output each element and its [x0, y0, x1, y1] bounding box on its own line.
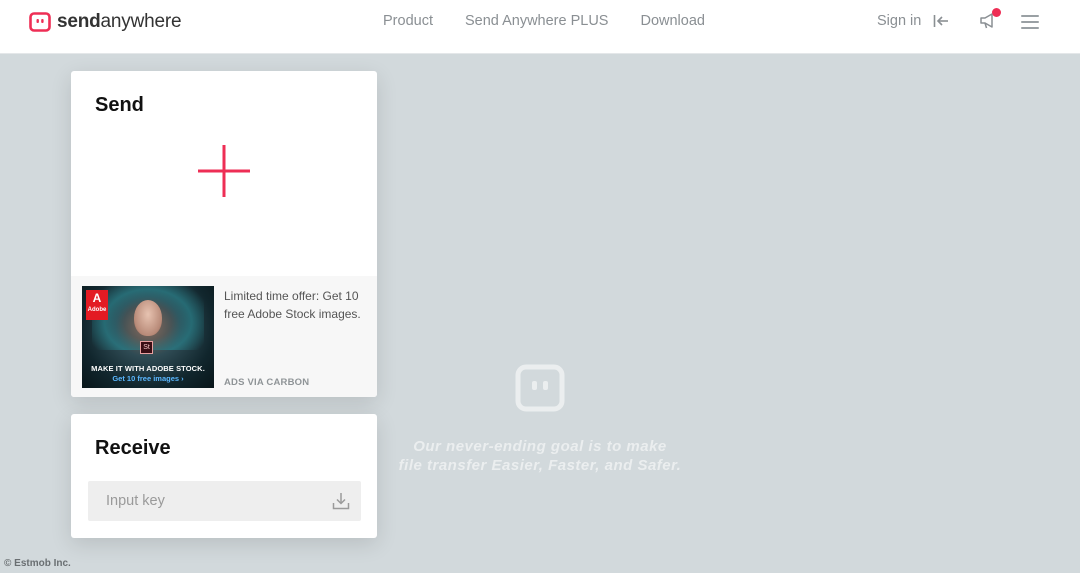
- tagline: Our never-ending goal is to make file tr…: [360, 437, 720, 475]
- plus-icon: [198, 145, 250, 197]
- input-key-field-wrapper: [88, 481, 361, 521]
- adobe-logo: A Adobe: [86, 290, 108, 320]
- ads-via-carbon-link[interactable]: ADS VIA CARBON: [224, 377, 309, 388]
- hamburger-menu-button[interactable]: [1021, 15, 1039, 29]
- menu-line-icon: [1021, 21, 1039, 23]
- sign-in-arrow-icon: [934, 15, 949, 27]
- send-card: Send A Adobe St MAKE IT WITH ADOBE STOCK.…: [71, 71, 377, 397]
- ad-image-cta: Get 10 free images ›: [112, 374, 184, 383]
- logo-wordmark: sendanywhere: [57, 11, 182, 32]
- notification-button[interactable]: [979, 8, 1001, 32]
- copyright-text: © Estmob Inc.: [4, 558, 71, 569]
- ad-face-graphic: [134, 300, 162, 336]
- send-title: Send: [95, 94, 144, 116]
- menu-line-icon: [1021, 15, 1039, 17]
- adobe-stock-badge: St: [140, 341, 153, 354]
- tagline-line1: Our never-ending goal is to make: [413, 438, 667, 455]
- add-files-button[interactable]: [197, 144, 251, 198]
- tagline-line2: file transfer Easier, Faster, and Safer.: [398, 457, 682, 474]
- sign-in-label: Sign in: [877, 13, 922, 29]
- menu-line-icon: [1021, 27, 1039, 29]
- nav-product[interactable]: Product: [383, 13, 433, 29]
- input-key-field[interactable]: [88, 481, 328, 521]
- sendanywhere-logo[interactable]: sendanywhere: [29, 9, 182, 35]
- ad-image[interactable]: A Adobe St MAKE IT WITH ADOBE STOCK. Get …: [82, 286, 214, 388]
- receive-card: Receive: [71, 414, 377, 538]
- ad-text-link[interactable]: Limited time offer: Get 10 free Adobe St…: [224, 287, 370, 323]
- receive-title: Receive: [95, 437, 171, 459]
- sendanywhere-logo-icon: [29, 12, 51, 32]
- notification-dot: [992, 8, 1001, 17]
- ad-image-headline: MAKE IT WITH ADOBE STOCK.: [91, 364, 205, 373]
- sendanywhere-watermark-icon: [515, 364, 565, 412]
- main-nav: Product Send Anywhere PLUS Download: [383, 13, 737, 29]
- carbon-ad: A Adobe St MAKE IT WITH ADOBE STOCK. Get …: [71, 276, 377, 397]
- sign-in-link[interactable]: Sign in: [877, 13, 949, 29]
- download-icon[interactable]: [332, 492, 350, 510]
- top-header: sendanywhere Product Send Anywhere PLUS …: [0, 0, 1080, 54]
- nav-download[interactable]: Download: [640, 13, 705, 29]
- nav-send-anywhere-plus[interactable]: Send Anywhere PLUS: [465, 13, 608, 29]
